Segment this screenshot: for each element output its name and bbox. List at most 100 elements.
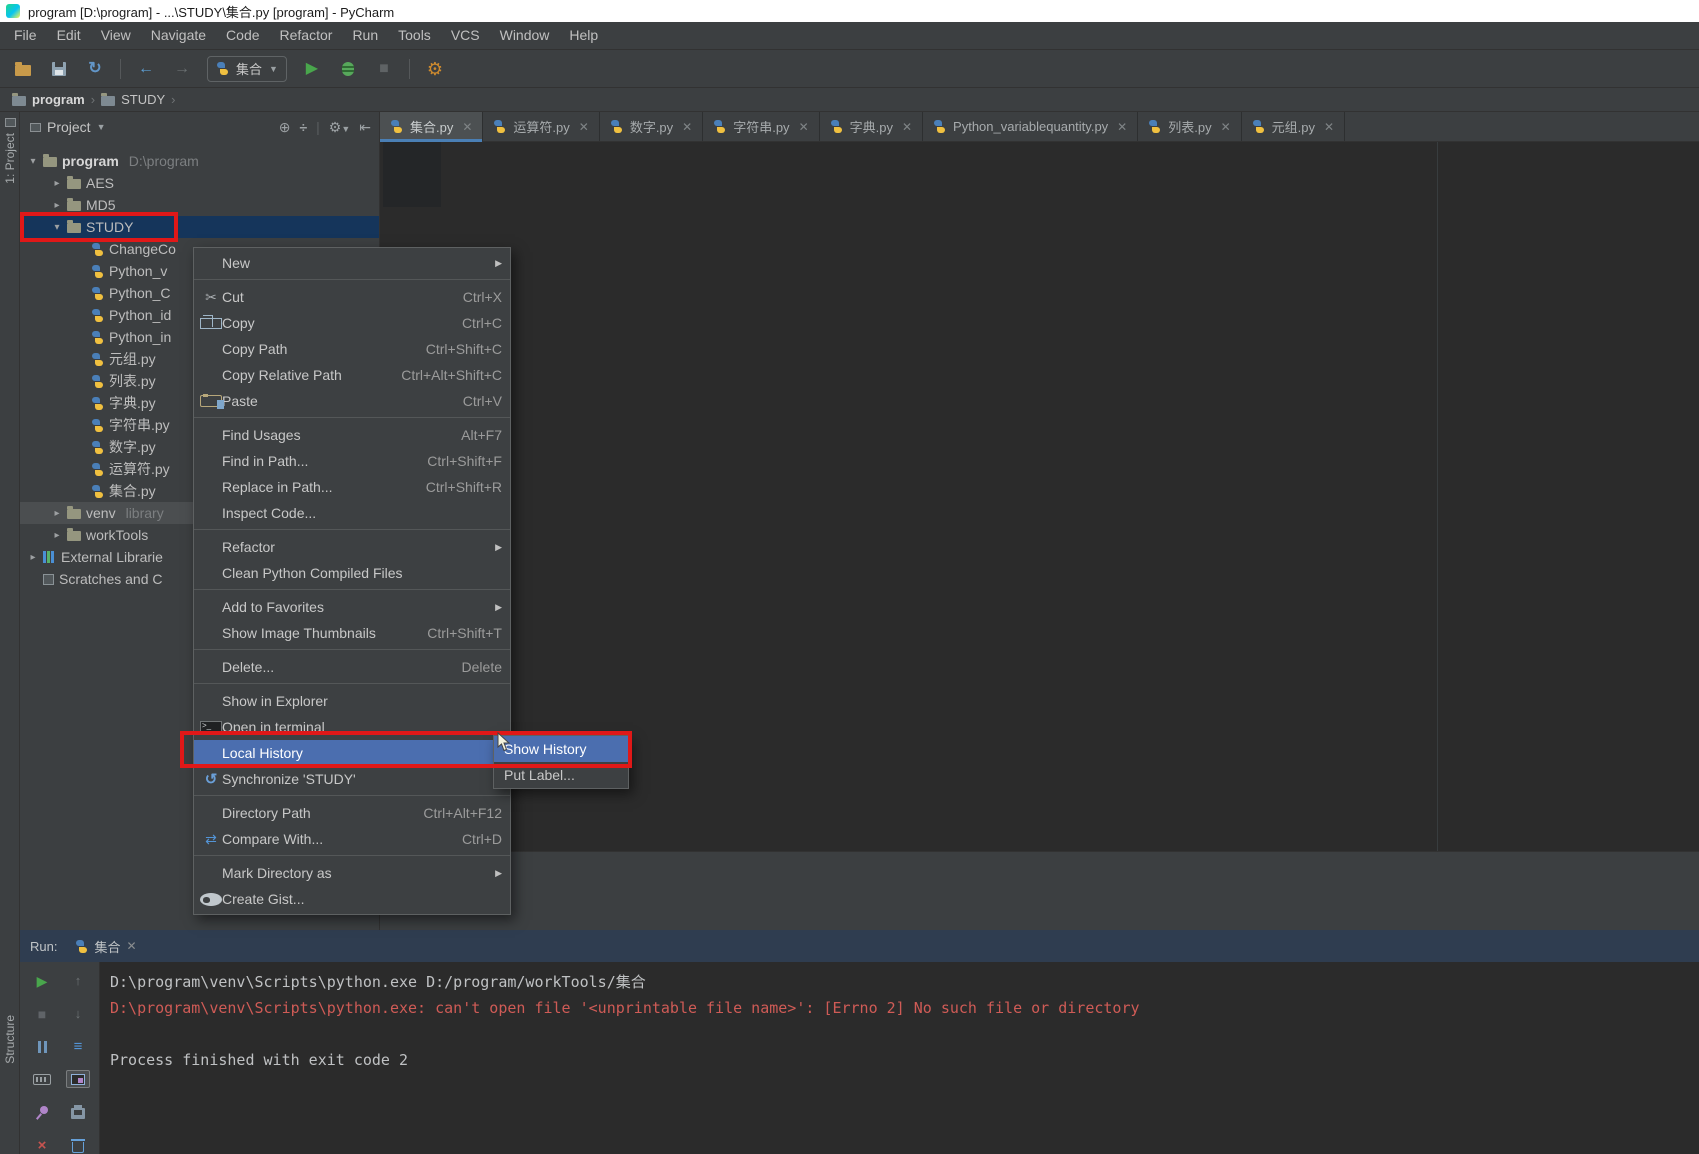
menu-item[interactable]: Find Usages Alt+F7 [194,422,510,448]
up-stack-trace-button[interactable]: ↑ [66,972,90,990]
menu-item[interactable]: Cut Ctrl+X [194,284,510,310]
editor-tab[interactable]: 字典.py ✕ [820,112,923,141]
save-all-button[interactable] [48,57,70,81]
run-tab[interactable]: 集合 ✕ [67,930,144,962]
collapse-all-icon[interactable]: ÷ [299,119,307,135]
stop-process-button[interactable]: ■ [30,1005,54,1023]
chevron-down-icon[interactable]: ▼ [97,122,106,132]
locate-file-icon[interactable]: ⊕ [279,119,291,136]
show-command-line-button[interactable] [30,1070,54,1088]
menu-bar-item[interactable]: Run [342,22,388,49]
editor-tab[interactable]: 集合.py ✕ [380,112,483,141]
expand-arrow-icon[interactable]: ▸ [52,178,62,189]
close-panel-button[interactable]: × [30,1136,54,1154]
down-stack-trace-button[interactable]: ↓ [66,1005,90,1023]
tree-row[interactable]: ▾ program D:\program [20,150,379,172]
run-console[interactable]: D:\program\venv\Scripts\python.exe D:/pr… [100,962,1699,1154]
close-tab-icon[interactable]: ✕ [902,120,912,134]
hide-panel-icon[interactable]: ⇤ [359,119,371,136]
run-configuration-select[interactable]: 集合 ▼ [207,56,287,82]
clear-console-button[interactable] [66,1136,90,1154]
expand-arrow-icon[interactable]: ▾ [52,222,62,233]
expand-arrow-icon[interactable]: ▸ [52,530,62,541]
menu-item[interactable]: Open in terminal [194,714,510,740]
menu-bar-item[interactable]: Refactor [270,22,343,49]
submenu-item[interactable]: Show History [494,736,628,762]
menu-item[interactable]: Add to Favorites ▶ [194,594,510,620]
pin-tab-button[interactable] [30,1103,54,1121]
synchronize-button[interactable]: ↻ [84,57,106,81]
structure-toolwindow-button[interactable]: Structure [0,1015,20,1064]
close-tab-icon[interactable]: ✕ [1117,120,1127,134]
forward-button[interactable]: → [171,57,193,81]
menu-item[interactable]: Clean Python Compiled Files [194,560,510,586]
run-button[interactable]: ▶ [301,57,323,81]
console-tab-button[interactable] [66,1070,90,1088]
tree-row[interactable]: ▾ STUDY [20,216,379,238]
gear-icon[interactable]: ⚙▼ [329,119,350,136]
expand-arrow-icon[interactable]: ▸ [52,200,62,211]
close-tab-icon[interactable]: ✕ [799,120,809,134]
project-toolwindow-button[interactable]: 1: Project [0,118,20,184]
close-tab-icon[interactable]: ✕ [1324,120,1334,134]
editor-tab[interactable]: 元组.py ✕ [1242,112,1345,141]
menu-item[interactable]: Find in Path... Ctrl+Shift+F [194,448,510,474]
menu-item[interactable]: Synchronize 'STUDY' [194,766,510,792]
close-tab-icon[interactable]: ✕ [462,120,472,134]
menu-item[interactable]: Show in Explorer [194,688,510,714]
menu-bar-item[interactable]: Code [216,22,269,49]
menu-item[interactable]: Replace in Path... Ctrl+Shift+R [194,474,510,500]
menu-item[interactable]: Copy Ctrl+C [194,310,510,336]
menu-bar-item[interactable]: Edit [47,22,91,49]
menu-bar-item[interactable]: Window [490,22,560,49]
pause-output-button[interactable] [30,1038,54,1056]
close-tab-icon[interactable]: ✕ [682,120,692,134]
menu-bar-item[interactable]: File [4,22,47,49]
close-tab-icon[interactable]: ✕ [126,939,136,953]
stop-button[interactable]: ■ [373,57,395,81]
editor-tab[interactable]: 字符串.py ✕ [703,112,819,141]
tree-row[interactable]: ▸ MD5 [20,194,379,216]
tree-row[interactable]: ▸ AES [20,172,379,194]
breadcrumb-item[interactable]: program [12,92,85,107]
restore-layout-button[interactable]: ≡ [66,1038,90,1056]
expand-arrow-icon[interactable]: ▸ [28,552,38,563]
menu-bar-item[interactable]: View [91,22,141,49]
forward-arrow-icon: → [174,61,190,77]
menu-bar-item[interactable]: Help [559,22,608,49]
menu-bar-item[interactable]: VCS [441,22,490,49]
open-folder-button[interactable] [12,57,34,81]
menu-item[interactable]: Local History ▶ [194,740,510,766]
breadcrumb-item[interactable]: STUDY [101,92,165,107]
back-button[interactable]: ← [135,57,157,81]
menu-item[interactable]: New ▶ [194,250,510,276]
menu-bar-item[interactable]: Tools [388,22,441,49]
submenu-item[interactable]: Put Label... [494,762,628,788]
menu-item[interactable]: Inspect Code... [194,500,510,526]
project-panel-title[interactable]: Project [47,119,91,135]
close-tab-icon[interactable]: ✕ [1221,120,1231,134]
debug-button[interactable] [337,57,359,81]
close-tab-icon[interactable]: ✕ [579,120,589,134]
rerun-button[interactable]: ▶ [30,972,54,990]
breadcrumb-separator: › [171,92,175,107]
menu-item[interactable]: Copy Path Ctrl+Shift+C [194,336,510,362]
menu-item[interactable]: Refactor ▶ [194,534,510,560]
menu-item[interactable]: Mark Directory as ▶ [194,860,510,886]
settings-button[interactable]: ⚙ [424,57,446,81]
menu-item[interactable]: Show Image Thumbnails Ctrl+Shift+T [194,620,510,646]
menu-item[interactable]: Directory Path Ctrl+Alt+F12 [194,800,510,826]
editor-tab[interactable]: 列表.py ✕ [1138,112,1241,141]
editor-tab[interactable]: 运算符.py ✕ [483,112,599,141]
menu-item[interactable]: Create Gist... [194,886,510,912]
menu-item[interactable]: Delete... Delete [194,654,510,680]
expand-arrow-icon[interactable]: ▸ [52,508,62,519]
menu-bar-item[interactable]: Navigate [141,22,216,49]
menu-item[interactable]: Paste Ctrl+V [194,388,510,414]
editor-tab[interactable]: Python_variablequantity.py ✕ [923,112,1138,141]
expand-arrow-icon[interactable]: ▾ [28,156,38,167]
menu-item[interactable]: Compare With... Ctrl+D [194,826,510,852]
menu-item[interactable]: Copy Relative Path Ctrl+Alt+Shift+C [194,362,510,388]
print-button[interactable] [66,1103,90,1121]
editor-tab[interactable]: 数字.py ✕ [600,112,703,141]
